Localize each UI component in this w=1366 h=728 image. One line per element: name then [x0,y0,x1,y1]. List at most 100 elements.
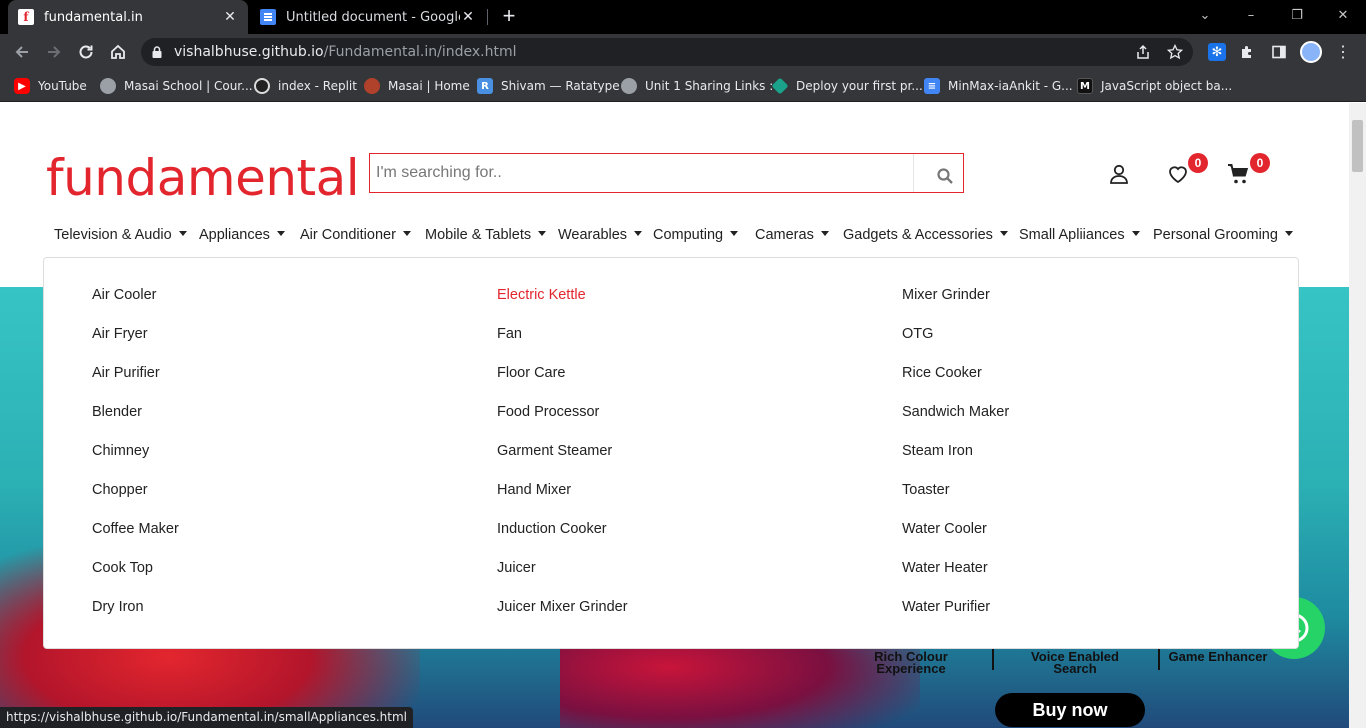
scrollbar-thumb[interactable] [1352,120,1363,172]
nav-air-conditioner[interactable]: Air Conditioner [300,227,411,243]
side-panel-icon[interactable] [1268,41,1290,63]
ratatype-icon: R [477,78,493,94]
site-logo[interactable]: fundamental [46,149,360,207]
minimize-button[interactable]: – [1228,4,1274,28]
dropdown-item-mixer-grinder[interactable]: Mixer Grinder [902,287,1009,326]
wishlist-heart-icon[interactable] [1166,162,1190,186]
user-account-icon[interactable] [1107,162,1131,186]
bookmark-unit1[interactable]: Unit 1 Sharing Links : [621,76,773,96]
reload-button[interactable] [73,39,99,65]
home-button[interactable] [105,39,131,65]
caret-down-icon [999,231,1008,236]
dropdown-item-rice-cooker[interactable]: Rice Cooker [902,365,1009,404]
dropdown-item-floor-care[interactable]: Floor Care [497,365,628,404]
back-button[interactable] [9,39,35,65]
nav-label: Wearables [558,227,628,243]
arrow-right-icon [48,46,61,58]
dropdown-item-food-processor[interactable]: Food Processor [497,404,628,443]
dropdown-item-sandwich-maker[interactable]: Sandwich Maker [902,404,1009,443]
nav-label: Small Apliiances [1019,227,1125,243]
nav-small-appliances[interactable]: Small Apliiances [1019,227,1140,243]
nav-television-audio[interactable]: Television & Audio [54,227,187,243]
dropdown-item-juicer-mixer-grinder[interactable]: Juicer Mixer Grinder [497,599,628,638]
tab-fundamental[interactable]: f fundamental.in ✕ [8,0,248,34]
tab-google-doc[interactable]: Untitled document - Google Doc ✕ [250,0,486,34]
nav-computing[interactable]: Computing [653,227,739,243]
dropdown-item-juicer[interactable]: Juicer [497,560,628,599]
nav-wearables[interactable]: Wearables [558,227,643,243]
tab-search-icon[interactable]: ⌄ [1182,4,1228,28]
dropdown-item-toaster[interactable]: Toaster [902,482,1009,521]
bookmark-javascript[interactable]: M JavaScript object ba... [1077,76,1232,96]
dropdown-item-chimney[interactable]: Chimney [92,443,179,482]
lock-icon[interactable] [150,45,164,59]
bookmark-replit[interactable]: index - Replit [254,76,357,96]
nav-gadgets-accessories[interactable]: Gadgets & Accessories [843,227,1008,243]
dropdown-item-coffee-maker[interactable]: Coffee Maker [92,521,179,560]
dropdown-item-otg[interactable]: OTG [902,326,1009,365]
caret-down-icon [538,231,547,236]
address-bar[interactable]: vishalbhuse.github.io/Fundamental.in/ind… [141,38,1193,66]
bookmark-label: MinMax-iaAnkit - G... [948,79,1073,93]
new-tab-button[interactable]: + [498,5,520,28]
bookmark-masai-school[interactable]: Masai School | Cour... [100,76,253,96]
dropdown-item-dry-iron[interactable]: Dry Iron [92,599,179,638]
nav-appliances[interactable]: Appliances [199,227,285,243]
bookmark-label: Masai School | Cour... [124,79,253,93]
link-status-bar: https://vishalbhuse.github.io/Fundamenta… [0,707,413,728]
caret-down-icon [730,231,739,236]
dropdown-item-garment-steamer[interactable]: Garment Steamer [497,443,628,482]
page-scrollbar[interactable] [1349,103,1366,728]
nav-label: Personal Grooming [1153,227,1278,243]
dropdown-item-cook-top[interactable]: Cook Top [92,560,179,599]
close-tab-icon[interactable]: ✕ [460,9,476,25]
restore-button[interactable]: ❐ [1274,4,1320,28]
close-window-button[interactable]: ✕ [1320,4,1366,28]
dropdown-item-induction-cooker[interactable]: Induction Cooker [497,521,628,560]
bookmark-label: index - Replit [278,79,357,93]
arrow-left-icon [15,46,28,58]
dropdown-item-water-cooler[interactable]: Water Cooler [902,521,1009,560]
close-tab-icon[interactable]: ✕ [222,9,238,25]
nav-label: Air Conditioner [300,227,396,243]
cart-icon[interactable] [1227,162,1251,186]
bookmark-label: YouTube [38,79,87,93]
extension-snowflake-icon[interactable]: ✻ [1206,41,1228,63]
caret-down-icon [276,231,285,236]
dropdown-item-water-purifier[interactable]: Water Purifier [902,599,1009,638]
nav-cameras[interactable]: Cameras [755,227,829,243]
forward-button[interactable] [41,39,67,65]
bookmark-star-icon[interactable] [1167,44,1183,60]
menu-kebab-icon[interactable]: ⋮ [1332,41,1354,63]
bookmark-label: Unit 1 Sharing Links : [645,79,774,93]
profile-avatar[interactable] [1300,41,1322,63]
share-icon[interactable] [1135,44,1151,60]
dropdown-item-electric-kettle[interactable]: Electric Kettle [497,287,628,326]
dropdown-item-steam-iron[interactable]: Steam Iron [902,443,1009,482]
nav-personal-grooming[interactable]: Personal Grooming [1153,227,1293,243]
m-icon: M [1077,78,1093,94]
search-icon[interactable] [936,167,954,185]
dropdown-item-air-purifier[interactable]: Air Purifier [92,365,179,404]
buy-now-button[interactable]: Buy now [995,693,1145,727]
page-content: fundamental 0 0 Television & Audio Appli… [0,103,1349,728]
nav-mobile-tablets[interactable]: Mobile & Tablets [425,227,547,243]
dropdown-item-air-fryer[interactable]: Air Fryer [92,326,179,365]
tab-strip: f fundamental.in ✕ Untitled document - G… [0,0,1366,34]
search-input[interactable] [370,154,910,192]
google-docs-icon [260,9,276,25]
dropdown-item-air-cooler[interactable]: Air Cooler [92,287,179,326]
bookmark-ratatype[interactable]: R Shivam — Ratatype [477,76,620,96]
dropdown-item-hand-mixer[interactable]: Hand Mixer [497,482,628,521]
dropdown-item-chopper[interactable]: Chopper [92,482,179,521]
bookmark-deploy[interactable]: Deploy your first pr... [771,76,923,96]
extensions-puzzle-icon[interactable] [1236,41,1258,63]
dropdown-item-fan[interactable]: Fan [497,326,628,365]
url-text: vishalbhuse.github.io/Fundamental.in/ind… [174,44,516,60]
bookmark-minmax[interactable]: ≡ MinMax-iaAnkit - G... [924,76,1073,96]
bookmark-masai-home[interactable]: Masai | Home [364,76,470,96]
bookmark-youtube[interactable]: ▶ YouTube [14,76,87,96]
dropdown-column-1: Air Cooler Air Fryer Air Purifier Blende… [92,287,179,638]
dropdown-item-blender[interactable]: Blender [92,404,179,443]
dropdown-item-water-heater[interactable]: Water Heater [902,560,1009,599]
